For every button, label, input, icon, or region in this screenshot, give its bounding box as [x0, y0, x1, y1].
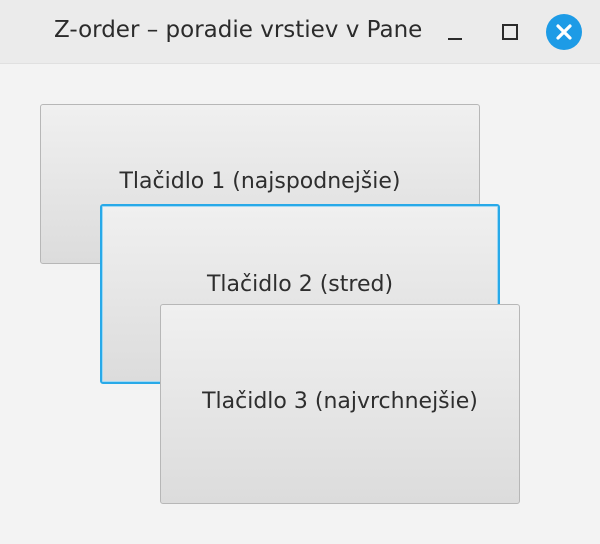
maximize-button[interactable]	[492, 14, 528, 50]
minimize-icon	[448, 38, 462, 40]
title-bar[interactable]: Z-order – poradie vrstiev v Pane	[0, 0, 600, 64]
button-1-label: Tlačidlo 1 (najspodnejšie)	[119, 168, 401, 194]
app-window: Z-order – poradie vrstiev v Pane Tlačidl…	[0, 0, 600, 544]
maximize-icon	[502, 24, 518, 40]
layer-pane: Tlačidlo 1 (najspodnejšie) Tlačidlo 2 (s…	[0, 64, 600, 544]
button-3-label: Tlačidlo 3 (najvrchnejšie)	[202, 388, 478, 414]
close-icon	[546, 14, 582, 50]
button-2-label: Tlačidlo 2 (stred)	[206, 271, 394, 297]
button-3-top[interactable]: Tlačidlo 3 (najvrchnejšie)	[160, 304, 520, 504]
minimize-button[interactable]	[437, 14, 473, 50]
close-button[interactable]	[546, 14, 582, 50]
window-title: Z-order – poradie vrstiev v Pane	[54, 17, 423, 43]
